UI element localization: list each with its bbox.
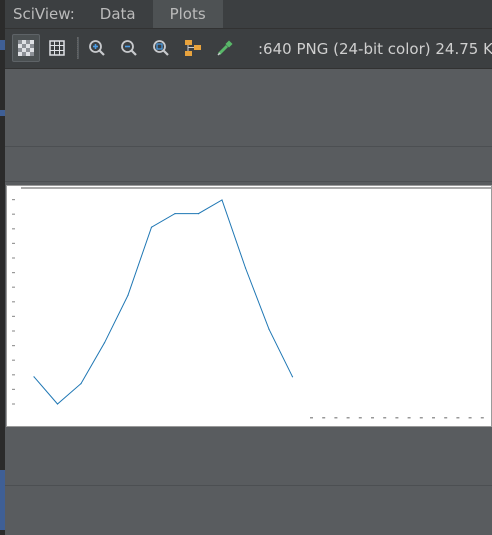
series-point (221, 199, 223, 201)
line-plot (12, 187, 491, 419)
x-tick (383, 417, 387, 419)
y-tick (12, 257, 15, 259)
series-point (291, 376, 294, 378)
x-tick (334, 417, 338, 419)
x-tick (432, 417, 435, 419)
series-point (80, 383, 82, 385)
y-tick (12, 345, 15, 347)
background-divider (5, 146, 492, 147)
y-tick (12, 213, 15, 215)
sciview-tab-bar: SciView: Data Plots (5, 0, 492, 28)
x-tick (444, 417, 448, 419)
x-tick (419, 417, 423, 419)
actual-size-button[interactable] (147, 34, 175, 62)
y-tick (12, 403, 15, 405)
grid-button[interactable] (43, 34, 71, 62)
background-divider (5, 181, 492, 182)
color-picker-icon (217, 40, 233, 56)
zoom-out-button[interactable] (115, 34, 143, 62)
series-point (33, 376, 35, 378)
x-tick-marks (310, 417, 484, 419)
y-tick (12, 301, 15, 303)
y-tick (12, 242, 15, 244)
layout-icon (185, 40, 201, 56)
x-tick (395, 417, 399, 419)
series-point (174, 213, 176, 215)
zoom-out-icon (121, 40, 137, 56)
grid-icon (49, 40, 65, 56)
image-toolbar: :640 PNG (24-bit color) 24.75 KB (5, 28, 492, 69)
x-tick (480, 417, 484, 419)
series-point (103, 342, 106, 344)
color-picker-button[interactable] (211, 34, 239, 62)
y-tick (12, 388, 15, 390)
background-divider (5, 485, 492, 486)
x-tick (358, 417, 362, 419)
x-tick (468, 417, 472, 419)
toolbar-separator (77, 37, 79, 59)
image-file-info: :640 PNG (24-bit color) 24.75 KB (258, 40, 492, 58)
zoom-in-button[interactable] (83, 34, 111, 62)
series-point (268, 328, 270, 330)
layout-button[interactable] (179, 34, 207, 62)
tab-plots[interactable]: Plots (152, 0, 223, 28)
y-tick (12, 199, 15, 201)
checkerboard-icon (18, 40, 34, 56)
series-line (33, 199, 293, 405)
x-tick (456, 417, 460, 419)
series-point (150, 226, 153, 228)
series-point (197, 213, 200, 215)
y-tick (12, 330, 15, 332)
actual-size-icon (153, 40, 169, 56)
y-tick (12, 315, 15, 317)
plot-image (6, 185, 492, 427)
y-tick (12, 272, 15, 274)
y-tick (12, 359, 15, 361)
x-tick (407, 417, 411, 419)
series-point (56, 403, 59, 405)
series-point (127, 294, 129, 296)
series-point (244, 267, 247, 269)
zoom-in-icon (89, 40, 105, 56)
x-tick (346, 417, 350, 419)
tab-data[interactable]: Data (83, 0, 153, 28)
x-tick (310, 417, 313, 419)
sciview-title: SciView: (13, 5, 75, 23)
image-viewer-canvas[interactable] (5, 69, 492, 535)
y-tick (12, 286, 15, 288)
x-tick (371, 417, 374, 419)
y-tick (12, 374, 15, 376)
y-tick-marks (12, 199, 15, 405)
checkerboard-button[interactable] (12, 34, 40, 62)
x-tick (322, 417, 326, 419)
y-tick (12, 228, 15, 230)
